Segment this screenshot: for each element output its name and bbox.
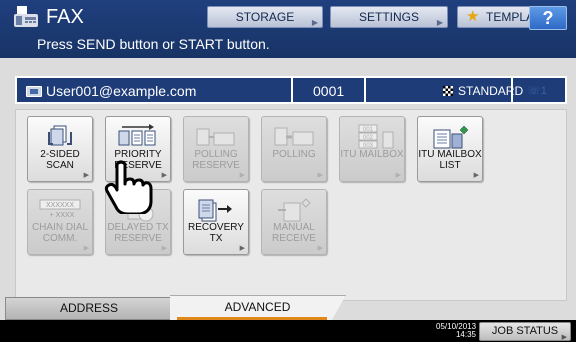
mailbox-box-label: 002 <box>363 135 374 141</box>
chevron-right-icon: ▶ <box>561 334 567 341</box>
label-line-2: LIST <box>439 160 461 171</box>
priority-reserve-icon <box>118 124 156 146</box>
time-display: 14:35 <box>455 330 476 339</box>
storage-button-label: STORAGE <box>235 10 295 24</box>
settings-button-label: SETTINGS <box>358 10 419 24</box>
polling-reserve-icon <box>196 128 235 146</box>
checkerboard-icon <box>443 86 453 96</box>
mailbox-list-icon <box>433 125 469 149</box>
chevron-right-icon: ▶ <box>239 172 245 179</box>
mailbox-icon: 001 002 003 <box>358 124 394 149</box>
line-number: 1 <box>540 85 547 97</box>
chain-dial-icon: XXXXXX + XXXX <box>39 199 81 219</box>
label-line-1: POLLING <box>194 149 238 160</box>
storage-button[interactable]: STORAGE ▶ <box>207 6 323 28</box>
app-title: FAX <box>46 6 84 28</box>
label-line-1: DELAYED TX <box>107 222 169 233</box>
chevron-right-icon: ▶ <box>83 245 89 252</box>
hand-pointer-icon <box>104 160 153 214</box>
function-label: ITU MAILBOX <box>340 149 404 160</box>
chevron-right-icon: ▶ <box>395 172 401 179</box>
recipient-count: 0001 <box>313 83 345 99</box>
fax-screen: FAX STORAGE ▶ SETTINGS ▶ ★ TEMPLATE ▶ ? … <box>0 0 576 342</box>
fax-machine-icon <box>14 6 38 27</box>
manual-receive-button[interactable]: MANUAL RECEIVE ▶ <box>261 189 327 255</box>
chain-dial-bottom-text: + XXXX <box>50 212 75 219</box>
chevron-right-icon: ▶ <box>317 172 323 179</box>
chevron-right-icon: ▶ <box>161 172 167 179</box>
function-label: 2-SIDED SCAN <box>28 149 92 171</box>
itu-mailbox-list-button[interactable]: ITU MAILBOX LIST ▶ <box>417 116 483 182</box>
label-line-1: 2-SIDED SCAN <box>40 149 80 171</box>
label-line-2: RESERVE <box>114 233 162 244</box>
label-line-1: CHAIN DIAL <box>31 222 89 233</box>
recovery-tx-icon <box>198 199 232 222</box>
function-label: DELAYED TX RESERVE <box>106 222 170 244</box>
status-divider <box>291 78 293 102</box>
polling-button[interactable]: POLLING ▶ <box>261 116 327 182</box>
status-divider <box>364 78 366 102</box>
chevron-right-icon: ▶ <box>473 172 479 179</box>
label-line-2: RECEIVE <box>272 233 316 244</box>
two-sided-page-icon <box>48 125 72 146</box>
two-sided-scan-button[interactable]: 2-SIDED SCAN ▶ <box>27 116 93 182</box>
chain-dial-top-text: XXXXXX <box>46 202 74 209</box>
function-label: MANUAL RECEIVE <box>262 222 326 244</box>
polling-icon <box>274 127 314 146</box>
recipient-address: User001@example.com <box>46 83 197 99</box>
chevron-right-icon: ▶ <box>239 245 245 252</box>
label-line-1: MANUAL <box>273 222 315 233</box>
itu-mailbox-button[interactable]: 001 002 003 ITU MAILBOX ▶ <box>339 116 405 182</box>
chevron-right-icon: ▶ <box>83 172 89 179</box>
label-line-2: RESERVE <box>192 160 240 171</box>
chevron-right-icon: ▶ <box>436 18 443 27</box>
help-button[interactable]: ? <box>529 6 567 30</box>
label-line-2: TX <box>209 233 223 244</box>
star-icon: ★ <box>466 8 480 25</box>
chain-dial-comm-button[interactable]: XXXXXX + XXXX CHAIN DIAL COMM. ▶ <box>27 189 93 255</box>
recovery-tx-button[interactable]: RECOVERY TX ▶ <box>183 189 249 255</box>
tab-address[interactable]: ADDRESS <box>5 297 173 320</box>
email-icon <box>26 86 42 97</box>
mailbox-box-label: 001 <box>363 127 374 133</box>
status-bar: User001@example.com 0001 STANDARD ☏1 <box>15 76 567 104</box>
chevron-right-icon: ▶ <box>311 18 318 27</box>
status-divider <box>511 78 513 102</box>
function-label: ITU MAILBOX LIST <box>418 149 482 171</box>
resolution-value: STANDARD <box>458 84 524 98</box>
polling-reserve-button[interactable]: POLLING RESERVE ▶ <box>183 116 249 182</box>
label-line-2: COMM. <box>42 233 78 244</box>
chevron-right-icon: ▶ <box>161 245 167 252</box>
label-line-1: ITU MAILBOX <box>418 149 482 160</box>
function-label: RECOVERY TX <box>184 222 248 244</box>
job-status-label: JOB STATUS <box>491 325 559 337</box>
chevron-right-icon: ▶ <box>317 245 323 252</box>
settings-button[interactable]: SETTINGS ▶ <box>330 6 448 28</box>
label-line-1: POLLING <box>272 149 316 160</box>
manual-receive-icon <box>278 198 311 222</box>
function-label: POLLING RESERVE <box>184 149 248 171</box>
function-label: POLLING <box>262 149 326 160</box>
label-line-1: RECOVERY <box>188 222 244 233</box>
function-label: CHAIN DIAL COMM. <box>28 222 92 244</box>
job-status-button[interactable]: JOB STATUS ▶ <box>479 322 571 341</box>
line-indicator: ☏1 <box>527 85 547 97</box>
label-line-1: ITU MAILBOX <box>340 149 404 160</box>
instruction-message: Press SEND button or START button. <box>37 36 270 52</box>
